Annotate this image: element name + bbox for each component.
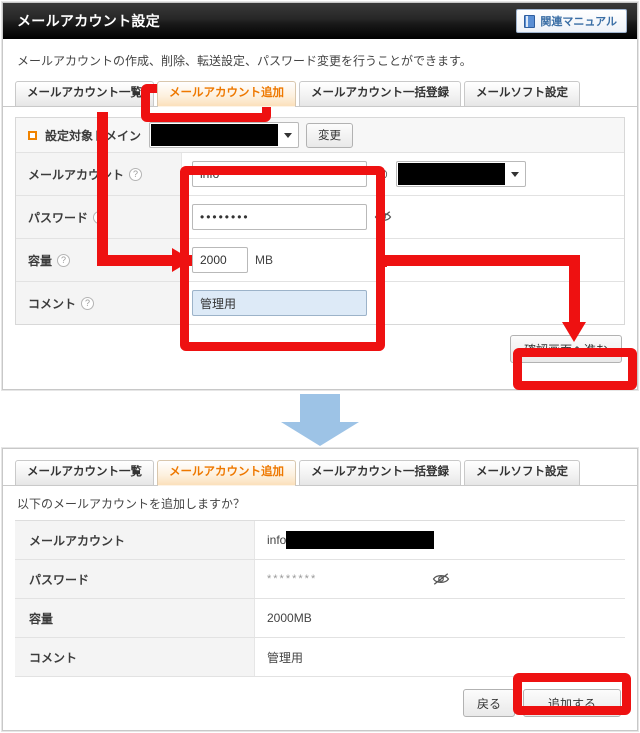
proceed-to-confirm-button[interactable]: 確認画面へ進む bbox=[509, 335, 622, 363]
transition-arrow-head bbox=[281, 422, 359, 446]
tab-bar-bottom: メールアカウント一覧 メールアカウント追加 メールアカウント一括登録 メールソフ… bbox=[3, 459, 637, 486]
mail-account-label-cell: メールアカウント ? bbox=[16, 153, 182, 195]
eye-off-icon[interactable] bbox=[432, 572, 450, 586]
related-manual-label: 関連マニュアル bbox=[540, 16, 617, 28]
tab-account-list[interactable]: メールアカウント一覧 bbox=[15, 81, 154, 106]
intro-text: メールアカウントの作成、削除、転送設定、パスワード変更を行うことができます。 bbox=[17, 54, 472, 68]
add-button[interactable]: 追加する bbox=[522, 689, 621, 717]
account-add-form: 設定対象ドメイン 変更 メールアカウント ? @ bbox=[15, 117, 625, 325]
change-domain-button[interactable]: 変更 bbox=[306, 122, 354, 148]
confirm-comment-value: 管理用 bbox=[267, 650, 304, 665]
target-domain-controls: 変更 bbox=[149, 122, 624, 148]
capacity-label-cell: 容量 ? bbox=[16, 239, 182, 281]
mail-account-input[interactable] bbox=[192, 161, 367, 187]
mail-account-row: メールアカウント ? @ bbox=[16, 153, 624, 196]
confirm-mail-account-label: メールアカウント bbox=[15, 521, 255, 559]
tab-account-bulk-register-confirm[interactable]: メールアカウント一括登録 bbox=[299, 460, 461, 485]
password-input[interactable] bbox=[192, 204, 367, 230]
target-domain-select[interactable] bbox=[149, 122, 300, 148]
tab-account-add[interactable]: メールアカウント追加 bbox=[157, 81, 296, 107]
target-domain-label-cell: 設定対象ドメイン bbox=[16, 118, 149, 152]
password-label: パスワード bbox=[28, 210, 89, 225]
chevron-down-icon bbox=[284, 133, 293, 138]
table-row: メールアカウント info bbox=[15, 521, 625, 560]
tab-mail-software-settings-confirm[interactable]: メールソフト設定 bbox=[464, 460, 580, 485]
help-icon-capacity[interactable]: ? bbox=[57, 253, 71, 267]
capacity-row: 容量 ? MB bbox=[16, 239, 624, 282]
password-controls bbox=[182, 204, 624, 230]
target-domain-row: 設定対象ドメイン 変更 bbox=[16, 118, 624, 153]
comment-label: コメント bbox=[28, 296, 77, 311]
eye-off-icon[interactable] bbox=[374, 210, 392, 224]
chevron-down-icon bbox=[511, 172, 520, 177]
confirm-comment-label: コメント bbox=[15, 638, 255, 676]
required-mark-icon bbox=[28, 130, 37, 140]
confirm-password-value: ******** bbox=[255, 572, 625, 586]
target-domain-label: 設定対象ドメイン bbox=[45, 128, 142, 143]
capacity-controls: MB bbox=[182, 247, 624, 273]
at-sign-label: @ bbox=[375, 166, 389, 182]
tab-account-add-confirm[interactable]: メールアカウント追加 bbox=[157, 460, 296, 486]
mail-account-label: メールアカウント bbox=[28, 167, 125, 182]
top-form-actions: 確認画面へ進む bbox=[3, 325, 637, 363]
table-row: パスワード ******** bbox=[15, 560, 625, 599]
tab-account-list-confirm[interactable]: メールアカウント一覧 bbox=[15, 460, 154, 485]
capacity-input[interactable] bbox=[192, 247, 248, 273]
redacted-mail-domain bbox=[286, 531, 435, 549]
comment-controls bbox=[182, 290, 624, 316]
redacted-mail-domain-value bbox=[398, 163, 506, 185]
confirm-question: 以下のメールアカウントを追加しますか？ bbox=[17, 497, 246, 511]
confirm-mail-account-text: info bbox=[267, 533, 287, 547]
redacted-domain-value bbox=[151, 124, 279, 146]
table-row: コメント 管理用 bbox=[15, 638, 625, 677]
mail-account-controls: @ bbox=[182, 161, 624, 187]
confirm-capacity-value: 2000MB bbox=[267, 611, 312, 625]
help-icon-password[interactable]: ? bbox=[93, 210, 107, 224]
help-icon-mail-account[interactable]: ? bbox=[129, 167, 143, 181]
confirmation-table: メールアカウント info パスワード ******** 容量 2000MB コ… bbox=[15, 520, 625, 677]
comment-row: コメント ? bbox=[16, 282, 624, 325]
page-title: メールアカウント設定 bbox=[17, 13, 160, 29]
capacity-unit-label: MB bbox=[255, 253, 273, 267]
confirm-password-mask: ******** bbox=[267, 573, 318, 585]
help-icon-comment[interactable]: ? bbox=[81, 296, 95, 310]
back-button[interactable]: 戻る bbox=[462, 689, 515, 717]
transition-arrow-shaft bbox=[300, 394, 340, 424]
confirm-actions: 戻る 追加する bbox=[3, 677, 637, 717]
tab-bar-top: メールアカウント一覧 メールアカウント追加 メールアカウント一括登録 メールソフ… bbox=[3, 80, 637, 107]
confirm-password-label: パスワード bbox=[15, 560, 255, 598]
title-bar: メールアカウント設定 関連マニュアル bbox=[3, 3, 637, 39]
confirmation-panel: メールアカウント一覧 メールアカウント追加 メールアカウント一括登録 メールソフ… bbox=[2, 448, 638, 731]
comment-label-cell: コメント ? bbox=[16, 282, 182, 324]
capacity-label: 容量 bbox=[28, 253, 53, 268]
comment-input[interactable] bbox=[192, 290, 367, 316]
confirm-capacity-label: 容量 bbox=[15, 599, 255, 637]
table-row: 容量 2000MB bbox=[15, 599, 625, 638]
tab-account-bulk-register[interactable]: メールアカウント一括登録 bbox=[299, 81, 461, 106]
book-icon bbox=[524, 14, 536, 28]
confirm-mail-account-value: info bbox=[255, 531, 625, 549]
mail-domain-select[interactable] bbox=[396, 161, 527, 187]
related-manual-button[interactable]: 関連マニュアル bbox=[516, 9, 627, 33]
password-row: パスワード ? bbox=[16, 196, 624, 239]
password-label-cell: パスワード ? bbox=[16, 196, 182, 238]
transition-arrow-icon bbox=[281, 394, 359, 446]
mail-account-settings-panel: メールアカウント設定 関連マニュアル メールアカウントの作成、削除、転送設定、パ… bbox=[2, 2, 638, 390]
tab-mail-software-settings[interactable]: メールソフト設定 bbox=[464, 81, 580, 106]
